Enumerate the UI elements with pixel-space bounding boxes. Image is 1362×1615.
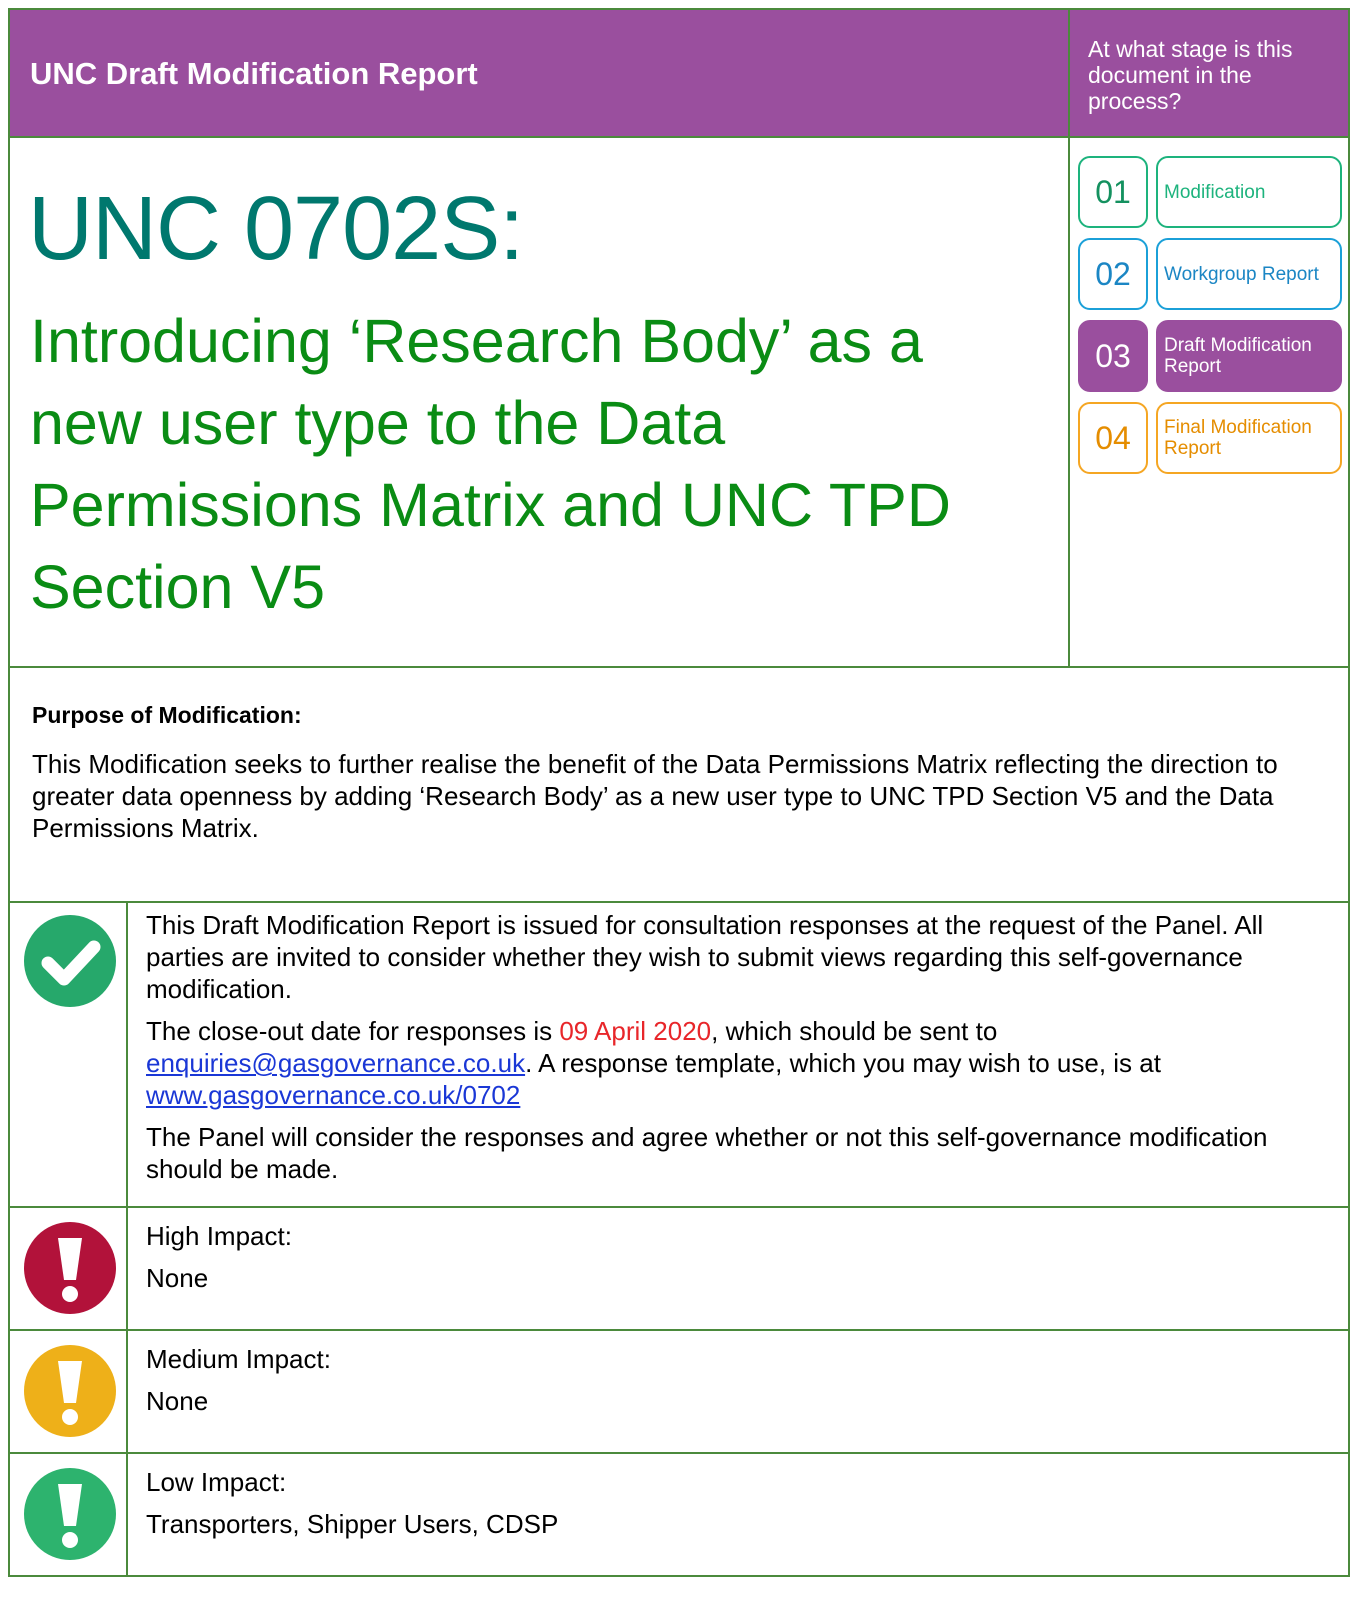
purpose-section: Purpose of Modification: This Modificati…: [8, 668, 1350, 903]
high-impact-row: High Impact: None: [8, 1208, 1350, 1331]
stage-number: 01: [1078, 156, 1148, 228]
impact-value: Transporters, Shipper Users, CDSP: [146, 1509, 559, 1539]
impact-value: None: [146, 1263, 209, 1293]
stage-label: Workgroup Report: [1156, 238, 1342, 310]
icon-cell: [10, 1454, 128, 1575]
consultation-row: This Draft Modification Report is issued…: [8, 903, 1350, 1208]
impact-level: Medium Impact:: [146, 1344, 331, 1374]
stage-question: At what stage is this document in the pr…: [1070, 8, 1350, 138]
stage-label: Draft Modification Report: [1156, 320, 1342, 392]
report-type-title: UNC Draft Modification Report: [30, 56, 478, 91]
stage-number: 02: [1078, 238, 1148, 310]
stage-workgroup-report: 02 Workgroup Report: [1078, 238, 1342, 310]
purpose-text: This Modification seeks to further reali…: [32, 749, 1278, 843]
purpose-heading: Purpose of Modification:: [32, 702, 302, 728]
exclamation-icon: [24, 1222, 116, 1314]
close-out-para: The close-out date for responses is 09 A…: [146, 1015, 1334, 1111]
consultation-para: This Draft Modification Report is issued…: [146, 910, 1264, 1004]
report-header: UNC Draft Modification Report: [8, 8, 1070, 138]
impact-level: Low Impact:: [146, 1467, 287, 1497]
impact-text: High Impact: None: [146, 1220, 1334, 1304]
impact-level: High Impact:: [146, 1221, 292, 1251]
stage-label: Final Modification Report: [1156, 402, 1342, 474]
report-cover: UNC Draft Modification Report At what st…: [8, 8, 1350, 1607]
icon-cell: [10, 1331, 128, 1452]
stage-draft-modification-report: 03 Draft Modification Report: [1078, 320, 1342, 392]
icon-cell: [10, 1208, 128, 1329]
low-impact-row: Low Impact: Transporters, Shipper Users,…: [8, 1454, 1350, 1577]
stage-modification: 01 Modification: [1078, 156, 1342, 228]
impact-value: None: [146, 1386, 209, 1416]
process-stages: 01 Modification 02 Workgroup Report 03 D…: [1070, 138, 1350, 668]
text-fragment: . A response template, which you may wis…: [525, 1048, 1161, 1078]
title-cell: UNC 0702S: Introducing ‘Research Body’ a…: [8, 138, 1070, 668]
checkmark-icon: [24, 915, 116, 1007]
icon-cell: [10, 903, 128, 1206]
panel-para: The Panel will consider the responses an…: [146, 1122, 1268, 1184]
close-out-date: 09 April 2020: [559, 1016, 712, 1046]
medium-impact-row: Medium Impact: None: [8, 1331, 1350, 1454]
stage-number: 03: [1078, 320, 1148, 392]
stage-number: 04: [1078, 402, 1148, 474]
consultation-text: This Draft Modification Report is issued…: [146, 909, 1334, 1195]
text-fragment: , which should be sent to: [711, 1016, 998, 1046]
stage-label: Modification: [1156, 156, 1342, 228]
exclamation-icon: [24, 1345, 116, 1437]
template-link[interactable]: www.gasgovernance.co.uk/0702: [146, 1080, 520, 1110]
impact-text: Medium Impact: None: [146, 1343, 1334, 1427]
modification-id: UNC 0702S:: [28, 179, 524, 279]
email-link[interactable]: enquiries@gasgovernance.co.uk: [146, 1048, 525, 1078]
text-fragment: The close-out date for responses is: [146, 1016, 560, 1046]
stage-final-modification-report: 04 Final Modification Report: [1078, 402, 1342, 474]
modification-title: Introducing ‘Research Body’ as a new use…: [30, 307, 951, 621]
impact-text: Low Impact: Transporters, Shipper Users,…: [146, 1466, 1334, 1550]
exclamation-icon: [24, 1468, 116, 1560]
